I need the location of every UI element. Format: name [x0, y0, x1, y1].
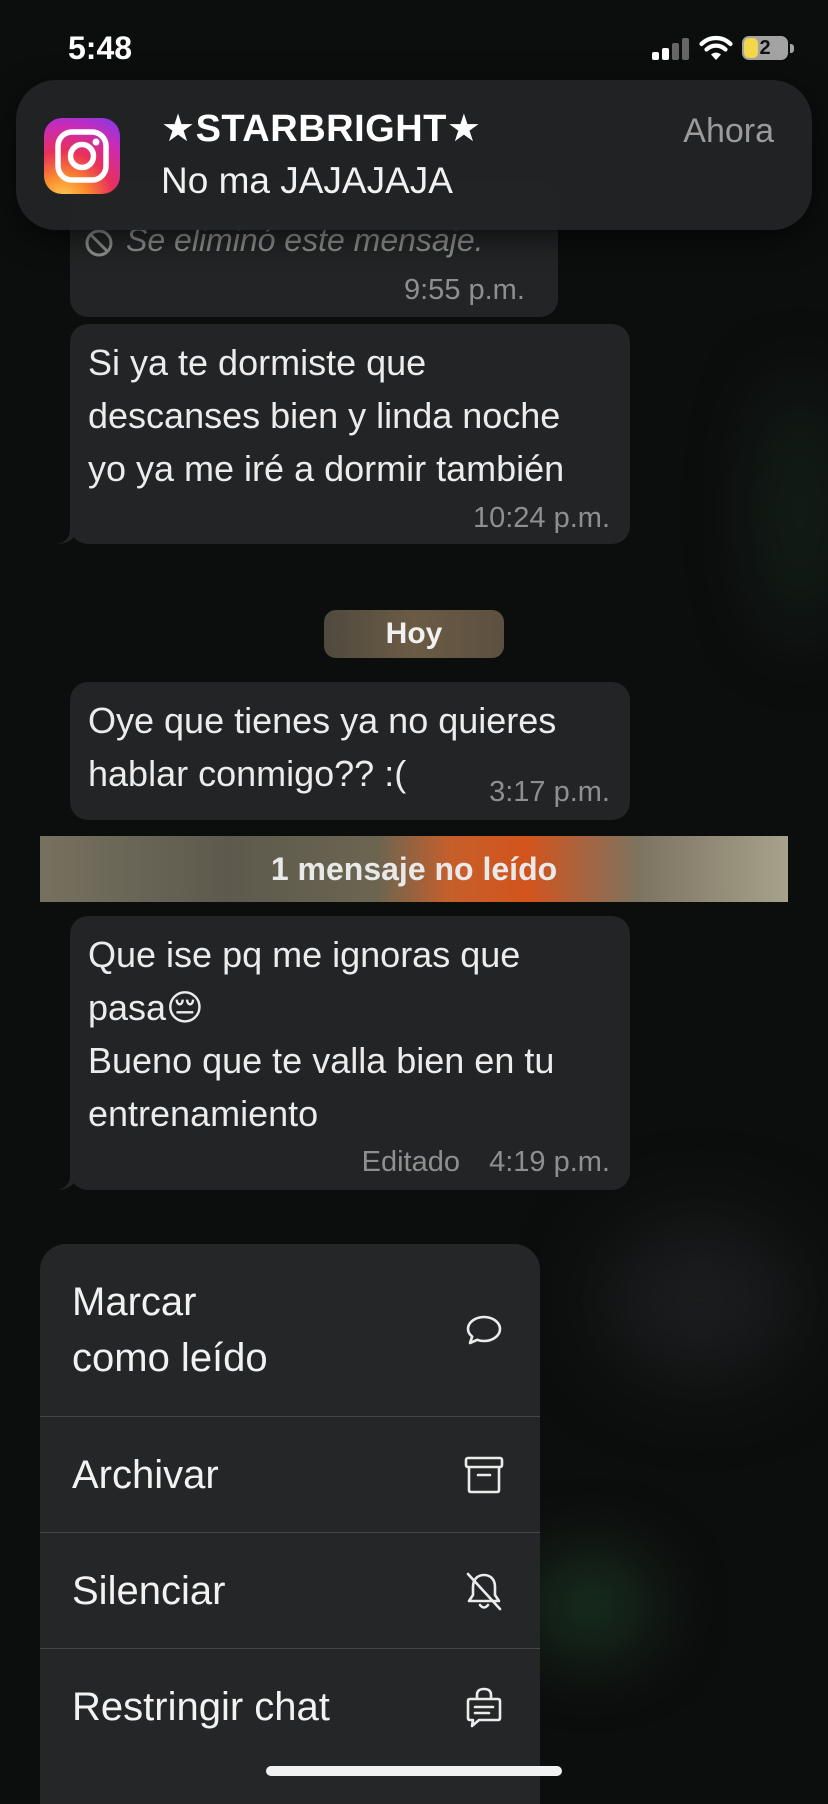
unread-messages-banner: 1 mensaje no leído: [40, 836, 788, 902]
message-bubble[interactable]: Si ya te dormiste que descanses bien y l…: [52, 324, 630, 544]
menu-item-label: Marcar como leído: [72, 1280, 268, 1380]
instagram-icon: [44, 118, 120, 194]
battery-level: 2: [759, 37, 771, 59]
background-glow: [770, 380, 828, 640]
day-separator: Hoy: [324, 610, 504, 658]
home-indicator[interactable]: [266, 1766, 562, 1776]
notification-banner[interactable]: ★STARBRIGHT★ No ma JAJAJAJA Ahora: [16, 80, 812, 230]
context-menu: Marcar como leído Archivar Silenciar Res…: [40, 1244, 540, 1804]
battery-icon: 2: [742, 36, 788, 60]
message-bubble[interactable]: Que ise pq me ignoras que pasa😔 Bueno qu…: [52, 916, 630, 1190]
lock-chat-icon: [466, 1687, 502, 1728]
chat-bubble-icon: [466, 1315, 502, 1345]
bell-slash-icon: [466, 1572, 502, 1611]
notification-message: No ma JAJAJAJA: [161, 160, 453, 201]
message-text: Que ise pq me ignoras que pasa😔 Bueno qu…: [88, 934, 555, 1134]
message-text: Oye que tienes ya no quieres hablar conm…: [88, 700, 557, 794]
message-text: Si ya te dormiste que descanses bien y l…: [88, 342, 565, 489]
message-bubble[interactable]: Oye que tienes ya no quieres hablar conm…: [70, 682, 630, 820]
message-time: 10:24 p.m.: [472, 502, 610, 534]
wifi-icon: [699, 35, 733, 60]
menu-item-restrict-chat[interactable]: Restringir chat: [40, 1648, 540, 1804]
menu-item-archive[interactable]: Archivar: [40, 1416, 540, 1533]
menu-item-mute[interactable]: Silenciar: [40, 1532, 540, 1649]
notification-time: Ahora: [683, 112, 774, 150]
ban-icon: [85, 229, 113, 257]
status-time: 5:48: [68, 30, 133, 66]
background-glow: [600, 1220, 800, 1380]
message-time: 3:17 p.m.: [489, 776, 610, 808]
menu-item-mark-read[interactable]: Marcar como leído: [40, 1244, 540, 1416]
edited-label: Editado: [361, 1146, 460, 1178]
menu-item-label: Silenciar: [72, 1569, 226, 1613]
notification-title: ★STARBRIGHT★: [161, 108, 482, 150]
menu-item-label: Restringir chat: [72, 1685, 330, 1729]
message-time: 9:55 p.m.: [404, 274, 525, 306]
cellular-signal-icon: [652, 38, 690, 60]
background-glow: [530, 1560, 650, 1650]
message-time: 4:19 p.m.: [489, 1146, 610, 1178]
archive-box-icon: [464, 1456, 504, 1494]
battery-cap: [790, 44, 794, 53]
menu-item-label: Archivar: [72, 1453, 219, 1497]
